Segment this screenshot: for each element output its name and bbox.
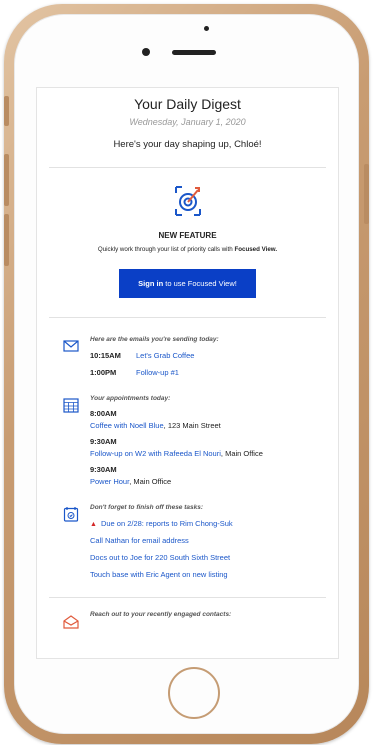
appointment-item: Follow-up on W2 with Rafeeda El Nouri, M… (90, 449, 330, 458)
greeting-text: Here's your day shaping up, Chloé! (113, 139, 262, 150)
appointment-location: , Main Office (129, 477, 172, 486)
email-row[interactable]: 1:00PM Follow-up #1 (90, 368, 330, 377)
feature-desc-text: Quickly work through your list of priori… (97, 246, 235, 253)
appointment-location: , Main Office (220, 449, 263, 458)
appointments-section: Your appointments today: 8:00AM Coffee w… (37, 395, 338, 486)
appointment-time: 9:30AM (90, 437, 117, 446)
task-item[interactable]: Docs out to Joe for 220 South Sixth Stre… (90, 553, 330, 562)
sign-in-button[interactable]: Sign in to use Focused View! (119, 269, 256, 298)
appointments-heading: Your appointments today: (90, 395, 171, 402)
appointment-link[interactable]: Coffee with Noell Blue (90, 421, 164, 430)
appointment-time: 8:00AM (90, 409, 117, 418)
appointment-time: 9:30AM (90, 465, 117, 474)
emails-section: Here are the emails you're sending today… (37, 336, 338, 377)
appointment-item: Coffee with Noell Blue, 123 Main Street (90, 421, 330, 430)
emails-heading: Here are the emails you're sending today… (90, 336, 219, 343)
warning-icon: ▲ (90, 521, 97, 528)
sign-in-label: Sign in (138, 279, 164, 288)
sign-in-suffix: to use Focused View! (163, 279, 237, 288)
digest-date: Wednesday, January 1, 2020 (129, 117, 246, 127)
appointment-link[interactable]: Follow-up on W2 with Rafeeda El Nouri (90, 449, 221, 458)
open-envelope-icon (63, 615, 79, 629)
email-subject-link[interactable]: Let's Grab Coffee (136, 351, 194, 360)
email-subject-link[interactable]: Follow-up #1 (136, 368, 179, 377)
divider (49, 597, 326, 598)
page-title: Your Daily Digest (134, 96, 241, 112)
home-button[interactable] (168, 667, 220, 719)
contacts-section: Reach out to your recently engaged conta… (37, 611, 338, 629)
appointment-item: Power Hour, Main Office (90, 477, 330, 486)
contacts-heading: Reach out to your recently engaged conta… (90, 611, 232, 618)
task-item[interactable]: Call Nathan for email address (90, 536, 330, 545)
task-link[interactable]: Due on 2/28: reports to Rim Chong-Suk (101, 519, 233, 528)
tasks-section: Don't forget to finish off these tasks: … (37, 504, 338, 579)
tasks-heading: Don't forget to finish off these tasks: (90, 504, 204, 511)
feature-label: NEW FEATURE (158, 231, 217, 240)
task-item-overdue[interactable]: ▲ Due on 2/28: reports to Rim Chong-Suk (90, 519, 330, 528)
volume-down-button (4, 214, 9, 266)
mute-switch (4, 96, 9, 126)
appointment-location: , 123 Main Street (163, 421, 221, 430)
email-time: 1:00PM (90, 368, 117, 377)
target-icon (174, 186, 201, 216)
email-time: 10:15AM (90, 351, 121, 360)
task-link[interactable]: Docs out to Joe for 220 South Sixth Stre… (90, 553, 230, 562)
camera-icon (204, 26, 209, 31)
task-link[interactable]: Touch base with Eric Agent on new listin… (90, 570, 228, 579)
calendar-icon (63, 398, 79, 413)
volume-up-button (4, 154, 9, 206)
earpiece-speaker (172, 50, 216, 55)
email-row[interactable]: 10:15AM Let's Grab Coffee (90, 351, 330, 360)
front-camera-icon (142, 48, 150, 56)
feature-description: Quickly work through your list of priori… (37, 246, 338, 253)
power-button (364, 164, 369, 224)
appointment-link[interactable]: Power Hour (90, 477, 129, 486)
task-item[interactable]: Touch base with Eric Agent on new listin… (90, 570, 330, 579)
email-screen: Your Daily Digest Wednesday, January 1, … (36, 87, 339, 659)
task-link[interactable]: Call Nathan for email address (90, 536, 189, 545)
new-feature-section: NEW FEATURE Quickly work through your li… (37, 168, 338, 298)
checklist-icon (63, 507, 79, 522)
divider (49, 317, 326, 318)
envelope-icon (63, 340, 79, 352)
feature-desc-bold: Focused View. (234, 246, 278, 253)
